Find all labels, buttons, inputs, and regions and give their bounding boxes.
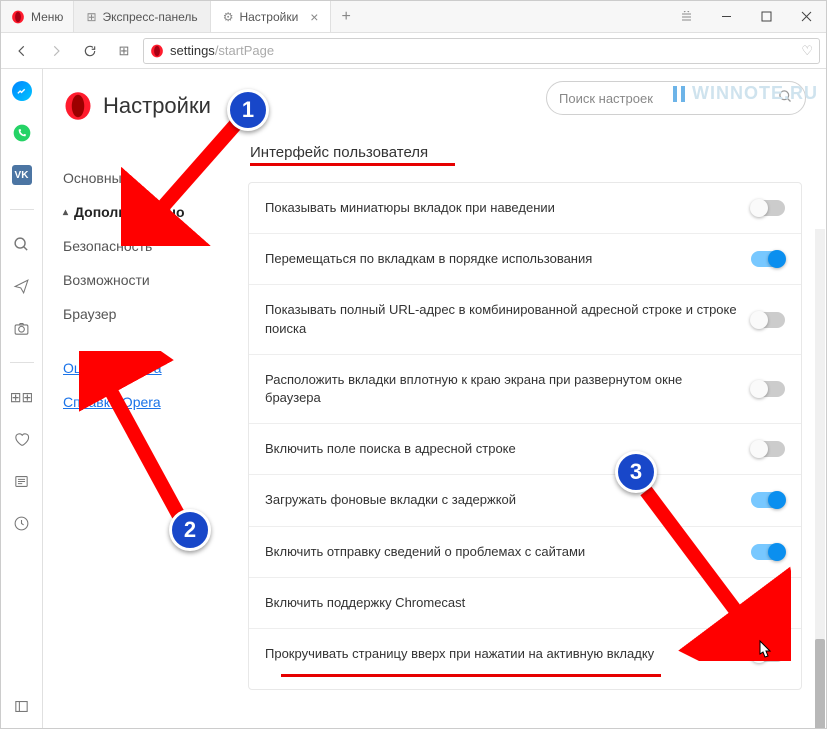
setting-row[interactable]: Показывать полный URL-адрес в комбиниров…	[249, 285, 801, 354]
setting-label: Расположить вкладки вплотную к краю экра…	[265, 371, 741, 407]
titlebar: Меню ⊞ Экспресс-панель ⚙ Настройки × +	[1, 1, 826, 33]
annotation-badge-2: 2	[169, 509, 211, 551]
tab-express-panel[interactable]: ⊞ Экспресс-панель	[74, 1, 210, 32]
opera-logo-icon	[11, 10, 25, 24]
speed-dial-button[interactable]: ⊞	[109, 37, 139, 65]
watermark-icon	[673, 86, 689, 102]
url-text: settings/startPage	[170, 43, 274, 58]
scrollbar-thumb[interactable]	[815, 639, 825, 728]
close-button[interactable]	[786, 1, 826, 32]
whatsapp-icon[interactable]	[12, 123, 32, 143]
vk-icon[interactable]: VK	[12, 165, 32, 185]
window-controls	[666, 1, 826, 32]
expand-sidebar-icon[interactable]	[12, 696, 32, 716]
toggle[interactable]	[751, 441, 785, 457]
forward-button[interactable]	[41, 37, 71, 65]
annotation-underline	[250, 163, 455, 166]
history-icon[interactable]	[12, 513, 32, 533]
bookmark-icon[interactable]: ♡	[801, 43, 813, 59]
setting-row[interactable]: Перемещаться по вкладкам в порядке испол…	[249, 234, 801, 285]
messenger-icon[interactable]	[12, 81, 32, 101]
tab-label: Настройки	[239, 10, 298, 24]
annotation-arrow	[121, 116, 251, 246]
opera-small-icon	[150, 44, 164, 58]
send-icon[interactable]	[12, 276, 32, 296]
new-tab-button[interactable]: +	[331, 1, 360, 32]
tab-strip: ⊞ Экспресс-панель ⚙ Настройки × +	[74, 1, 666, 32]
close-tab-icon[interactable]: ×	[310, 9, 318, 25]
watermark: WINNOTE.RU	[673, 83, 818, 104]
nav-features[interactable]: Возможности	[63, 263, 234, 297]
annotation-badge-1: 1	[227, 89, 269, 131]
setting-label: Показывать полный URL-адрес в комбиниров…	[265, 301, 741, 337]
setting-label: Включить поле поиска в адресной строке	[265, 440, 741, 458]
toggle[interactable]	[751, 251, 785, 267]
annotation-badge-3: 3	[615, 451, 657, 493]
gear-icon: ⚙	[223, 10, 234, 24]
sidebar: VK ⊞⊞	[1, 69, 43, 728]
annotation-arrow	[631, 481, 791, 661]
setting-row[interactable]: Расположить вкладки вплотную к краю экра…	[249, 355, 801, 424]
address-bar[interactable]: settings/startPage ♡	[143, 38, 820, 64]
news-icon[interactable]	[12, 471, 32, 491]
setting-row[interactable]: Включить поле поиска в адресной строке	[249, 424, 801, 475]
toolbar: ⊞ settings/startPage ♡	[1, 33, 826, 69]
window-menu-button[interactable]	[666, 1, 706, 32]
camera-icon[interactable]	[12, 318, 32, 338]
tab-label: Экспресс-панель	[103, 10, 198, 24]
section-title: Интерфейс пользователя	[250, 144, 802, 166]
minimize-button[interactable]	[706, 1, 746, 32]
cursor-icon	[754, 639, 774, 663]
grid-icon[interactable]: ⊞⊞	[12, 387, 32, 407]
nav-browser[interactable]: Браузер	[63, 297, 234, 331]
toggle[interactable]	[751, 381, 785, 397]
menu-button[interactable]: Меню	[1, 1, 74, 32]
reload-button[interactable]	[75, 37, 105, 65]
tab-settings[interactable]: ⚙ Настройки ×	[211, 1, 332, 32]
annotation-underline	[281, 674, 661, 677]
setting-label: Показывать миниатюры вкладок при наведен…	[265, 199, 741, 217]
toggle[interactable]	[751, 200, 785, 216]
menu-label: Меню	[31, 10, 63, 24]
heart-icon[interactable]	[12, 429, 32, 449]
annotation-arrow	[79, 351, 199, 531]
opera-logo-icon	[63, 91, 93, 121]
toggle[interactable]	[751, 312, 785, 328]
setting-row[interactable]: Показывать миниатюры вкладок при наведен…	[249, 183, 801, 234]
search-icon[interactable]	[12, 234, 32, 254]
setting-label: Перемещаться по вкладкам в порядке испол…	[265, 250, 741, 268]
back-button[interactable]	[7, 37, 37, 65]
maximize-button[interactable]	[746, 1, 786, 32]
search-placeholder: Поиск настроек	[559, 91, 653, 106]
speed-dial-icon: ⊞	[86, 10, 96, 24]
chevron-up-icon: ▴	[63, 207, 68, 218]
